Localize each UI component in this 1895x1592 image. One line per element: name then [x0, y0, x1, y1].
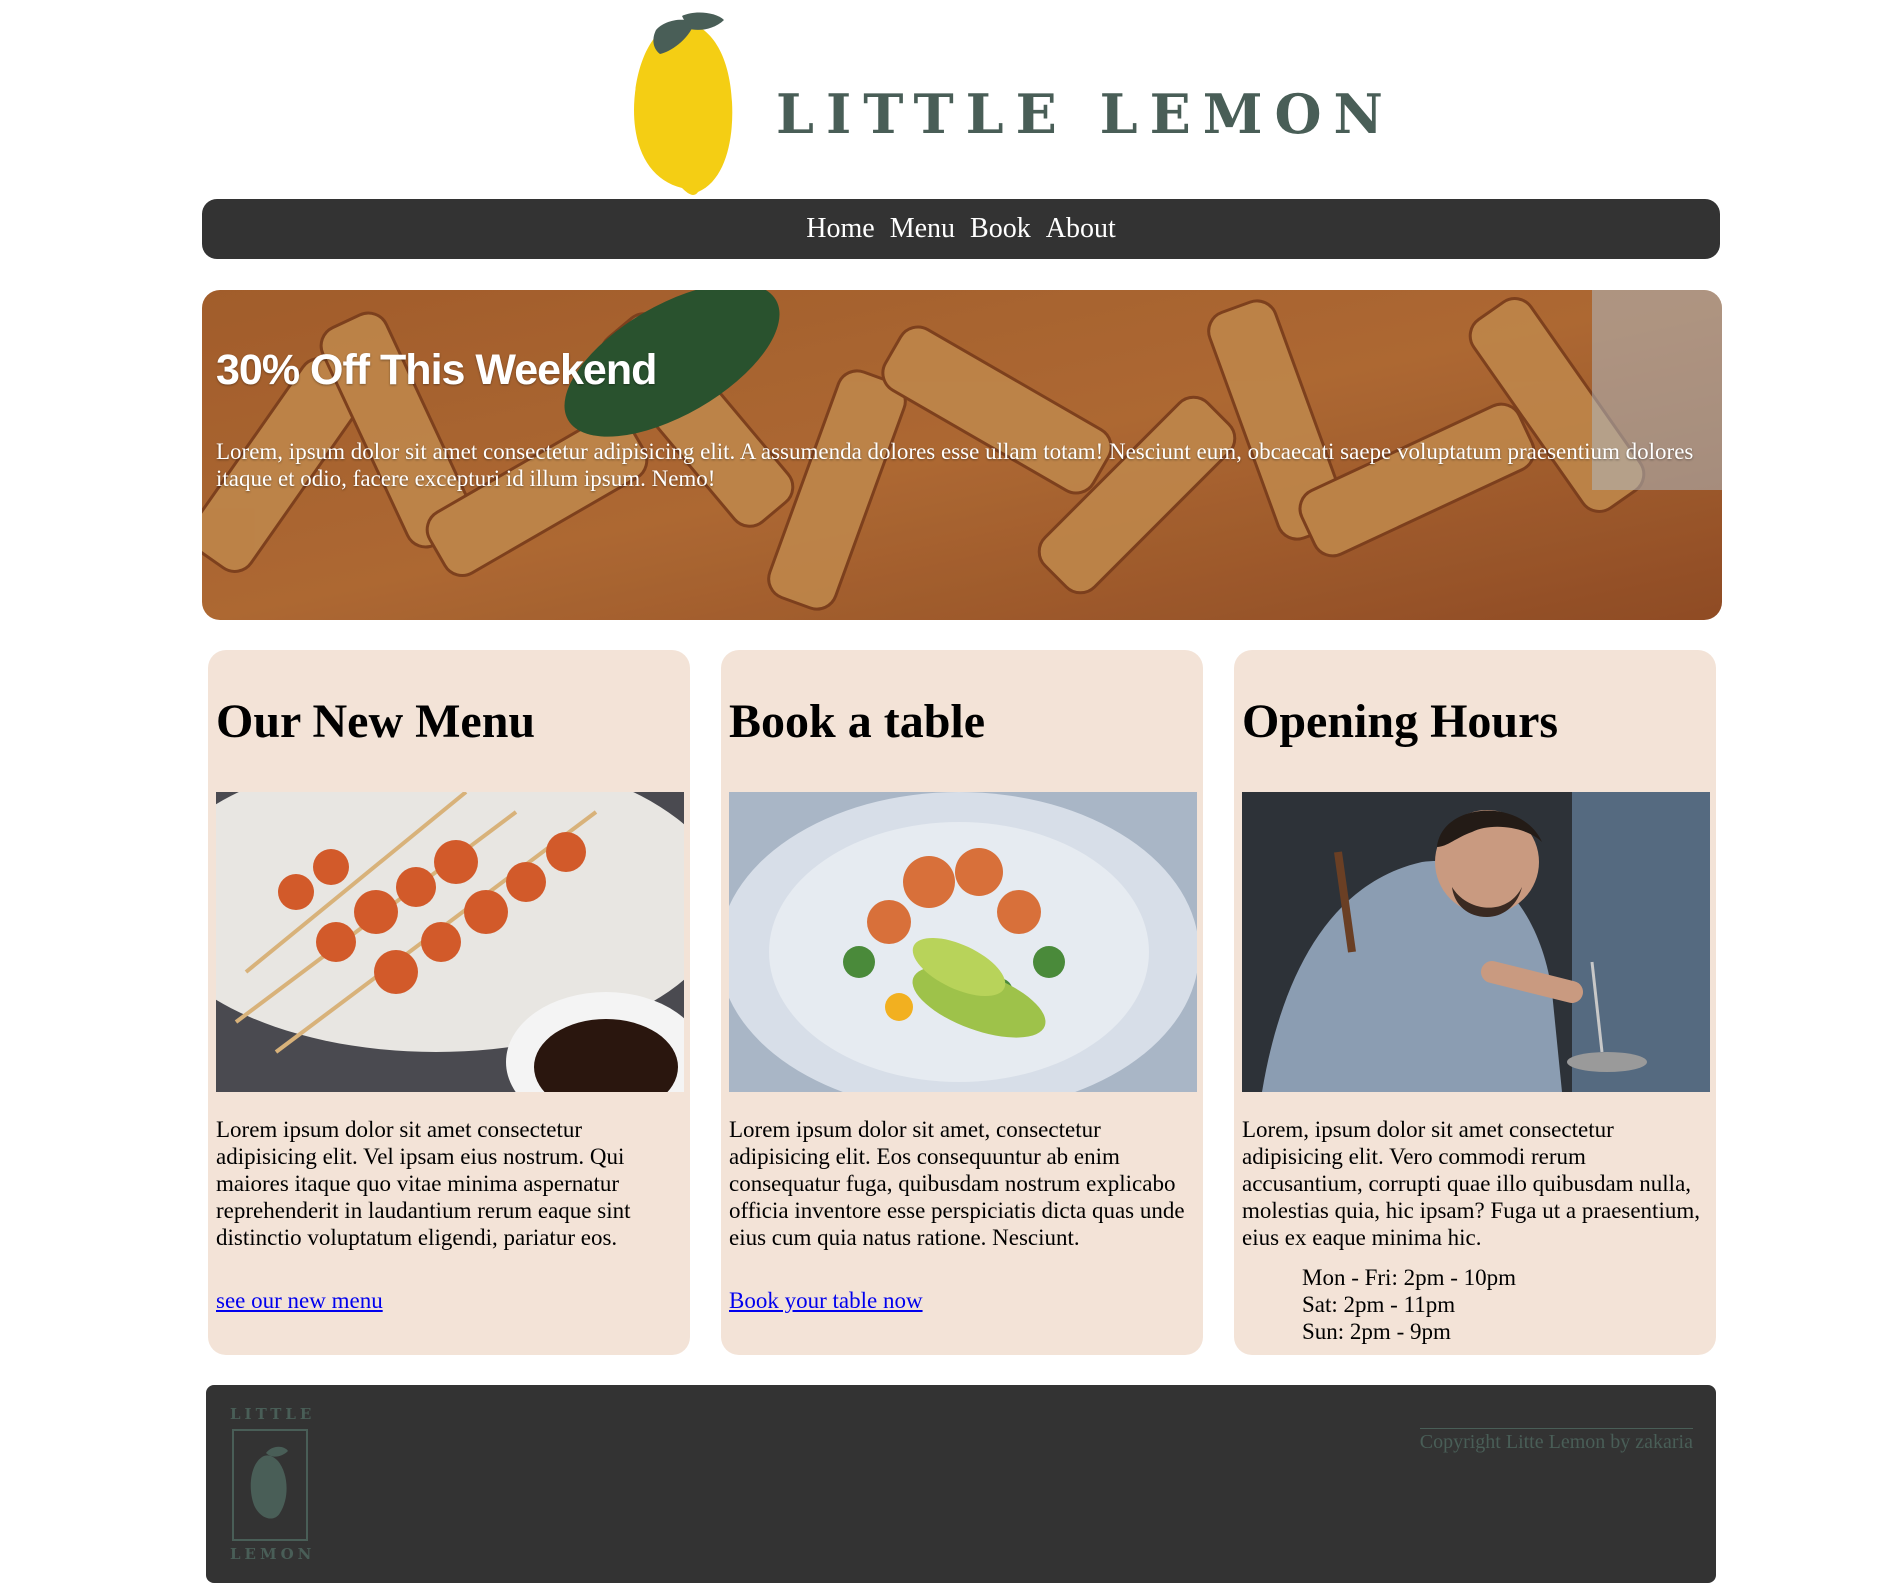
hero-title: 30% Off This Weekend — [216, 346, 657, 394]
nav-book-link[interactable]: Book — [970, 213, 1031, 245]
grilled-seafood-skewers-photo — [216, 792, 684, 1092]
book-table-link[interactable]: Book your table now — [729, 1288, 923, 1314]
header-logo[interactable]: LITTLE LEMON — [628, 10, 1383, 200]
footer-logo-top: LITTLE — [230, 1405, 316, 1423]
card-text: Lorem ipsum dolor sit amet, consectetur … — [729, 1117, 1185, 1250]
footer-lemon-icon — [232, 1429, 308, 1541]
hours-weekdays: Mon - Fri: 2pm - 10pm — [1302, 1265, 1517, 1290]
card-title: Opening Hours — [1242, 695, 1559, 748]
lemon-icon — [634, 12, 733, 195]
nav-about-link[interactable]: About — [1046, 213, 1116, 245]
shrimp-avocado-salad-photo — [729, 792, 1197, 1092]
card-title: Book a table — [729, 695, 986, 748]
opening-hours-list: Mon - Fri: 2pm - 10pm Sat: 2pm - 11pm Su… — [1302, 1264, 1516, 1345]
nav-home-link[interactable]: Home — [806, 213, 874, 245]
site-footer: LITTLE LEMON Copyright Litte Lemon by za… — [206, 1385, 1716, 1583]
hours-sunday: Sun: 2pm - 9pm — [1302, 1319, 1451, 1344]
chef-plating-photo — [1242, 792, 1710, 1092]
card-title: Our New Menu — [216, 695, 536, 748]
card-opening-hours: Opening Hours Lorem, ipsum dolor sit ame… — [1234, 650, 1716, 1355]
nav-menu-link[interactable]: Menu — [890, 213, 955, 245]
copyright-text: Copyright Litte Lemon by zakaria — [1419, 1428, 1693, 1454]
card-text: Lorem, ipsum dolor sit amet consectetur … — [1242, 1117, 1700, 1250]
card-new-menu: Our New Menu Lorem ipsum dolor sit amet … — [208, 650, 690, 1355]
main-nav: Home Menu Book About — [202, 199, 1720, 259]
card-text: Lorem ipsum dolor sit amet consectetur a… — [216, 1117, 631, 1250]
card-book-table: Book a table Lorem ipsum dolor sit amet,… — [721, 650, 1203, 1355]
hero-text: Lorem, ipsum dolor sit amet consectetur … — [216, 439, 1694, 491]
see-menu-link[interactable]: see our new menu — [216, 1288, 383, 1314]
hours-saturday: Sat: 2pm - 11pm — [1302, 1292, 1456, 1317]
brand-name: LITTLE LEMON — [776, 82, 1395, 146]
hero-banner: 30% Off This Weekend Lorem, ipsum dolor … — [202, 290, 1722, 620]
footer-logo-bottom: LEMON — [230, 1545, 316, 1563]
